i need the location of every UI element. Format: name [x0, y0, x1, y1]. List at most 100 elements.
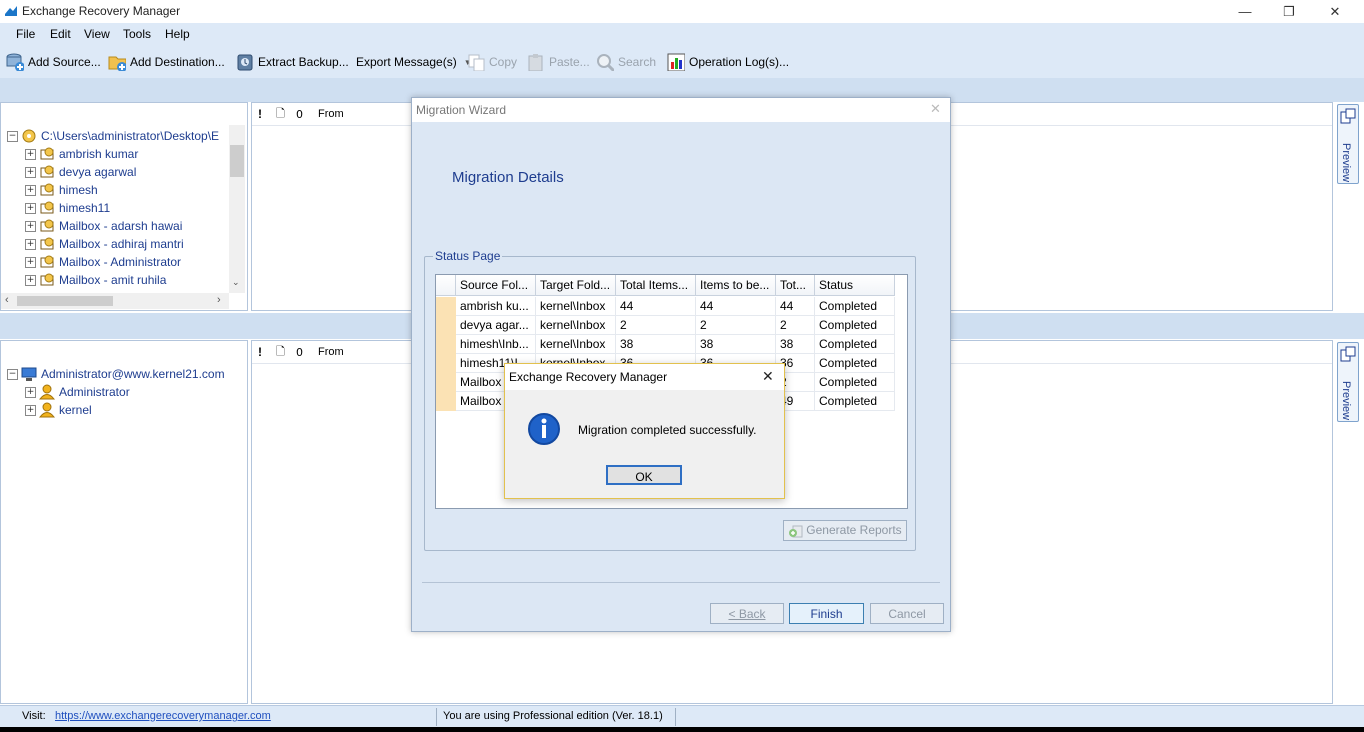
toolbar: Add Source... Add Destination... Extract…	[0, 44, 1364, 78]
add-destination-button[interactable]: Add Destination...	[108, 53, 225, 71]
expand-icon[interactable]: +	[25, 166, 36, 178]
source-tree-item[interactable]: + devya agarwal	[25, 163, 136, 181]
attachment-column[interactable]: 0	[296, 108, 303, 121]
expand-icon[interactable]: +	[25, 202, 36, 214]
row-selector[interactable]	[436, 297, 456, 316]
menu-view[interactable]: View	[84, 27, 110, 41]
dest-tree-root[interactable]: − Administrator@www.kernel21.com	[7, 365, 225, 383]
maximize-button[interactable]: ❐	[1266, 0, 1312, 23]
mailbox-icon	[40, 273, 54, 286]
cancel-button[interactable]: Cancel	[870, 603, 944, 624]
row-selector[interactable]	[436, 335, 456, 354]
source-tree-item[interactable]: + ambrish kumar	[25, 145, 138, 163]
source-tree-item[interactable]: + Mailbox - adarsh hawai	[25, 217, 182, 235]
paste-label: Paste...	[549, 55, 590, 69]
table-row[interactable]: devya agar... kernel\Inbox 2 2 2 Completed	[436, 316, 906, 335]
expand-icon[interactable]: +	[25, 220, 36, 232]
preview-tab-bottom[interactable]: Preview	[1337, 342, 1359, 422]
importance-column[interactable]: !	[258, 107, 262, 121]
copy-button[interactable]: Copy	[467, 53, 517, 71]
source-tree-hscrollbar[interactable]: ‹ ›	[1, 293, 229, 309]
expand-icon[interactable]: +	[25, 148, 36, 160]
expand-icon[interactable]: +	[25, 184, 36, 196]
source-tree-root[interactable]: − C:\Users\administrator\Desktop\E	[7, 127, 219, 145]
scroll-right-icon[interactable]: ›	[217, 294, 221, 306]
menu-help[interactable]: Help	[165, 27, 190, 41]
expand-icon[interactable]: +	[25, 404, 36, 416]
dest-tree-item[interactable]: + kernel	[25, 401, 92, 419]
extract-backup-label: Extract Backup...	[258, 55, 349, 69]
add-source-button[interactable]: Add Source...	[6, 53, 101, 71]
menu-edit[interactable]: Edit	[50, 27, 71, 41]
source-tree-item[interactable]: + Mailbox - adhiraj mantri	[25, 235, 184, 253]
source-tree-vscrollbar[interactable]: ⌄	[229, 125, 245, 293]
visit-label: Visit:	[22, 710, 46, 722]
row-selector[interactable]	[436, 316, 456, 335]
dest-tree-item[interactable]: + Administrator	[25, 383, 130, 401]
menu-tools[interactable]: Tools	[123, 27, 151, 41]
back-button[interactable]: < Back	[710, 603, 784, 624]
source-tree-pane: − C:\Users\administrator\Desktop\E + ambr…	[0, 102, 248, 311]
source-tree-item[interactable]: + Mailbox - Administrator	[25, 253, 181, 271]
website-link[interactable]: https://www.exchangerecoverymanager.com	[55, 710, 271, 722]
generate-reports-button[interactable]: Generate Reports	[783, 520, 907, 541]
hscroll-thumb[interactable]	[17, 296, 113, 306]
row-selector[interactable]	[436, 354, 456, 373]
wizard-close-icon[interactable]: ✕	[930, 101, 941, 117]
collapse-icon[interactable]: −	[7, 130, 18, 142]
add-report-icon	[789, 525, 803, 537]
preview-label: Preview	[1340, 381, 1352, 421]
source-tree-item-label: devya agarwal	[59, 165, 137, 179]
search-button[interactable]: Search	[596, 53, 656, 71]
expand-icon[interactable]: +	[25, 386, 36, 398]
paste-icon	[528, 54, 543, 71]
finish-button[interactable]: Finish	[789, 603, 864, 624]
source-tree-item[interactable]: + Mailbox - amit ruhila	[25, 271, 166, 289]
attachment-column[interactable]: 0	[296, 346, 303, 359]
operation-logs-button[interactable]: Operation Log(s)...	[667, 53, 789, 71]
collapse-icon[interactable]: −	[7, 368, 18, 380]
source-tree-item[interactable]: + himesh	[25, 181, 98, 199]
column-header[interactable]: Target Fold...	[536, 275, 616, 296]
minimize-button[interactable]: —	[1222, 0, 1268, 23]
paste-button[interactable]: Paste...	[527, 53, 590, 71]
importance-column[interactable]: !	[258, 345, 262, 359]
expand-icon[interactable]: +	[25, 256, 36, 268]
row-selector[interactable]	[436, 373, 456, 392]
menu-file[interactable]: File	[16, 27, 35, 41]
from-column[interactable]: From	[318, 108, 344, 120]
from-column[interactable]: From	[318, 346, 344, 358]
table-row[interactable]: himesh\Inb... kernel\Inbox 38 38 38 Completed	[436, 335, 906, 354]
column-header[interactable]: Tot...	[776, 275, 815, 296]
row-selector[interactable]	[436, 392, 456, 411]
type-column[interactable]: 🗋	[276, 105, 285, 124]
scroll-down-icon[interactable]: ⌄	[232, 277, 240, 288]
expand-icon[interactable]: +	[25, 238, 36, 250]
message-box-close-icon[interactable]: ✕	[762, 368, 774, 385]
column-header[interactable]: Total Items...	[616, 275, 696, 296]
copy-label: Copy	[489, 55, 518, 69]
close-window-button[interactable]: ✕	[1312, 0, 1358, 23]
table-row[interactable]: ambrish ku... kernel\Inbox 44 44 44 Completed	[436, 297, 906, 316]
mailbox-icon	[40, 183, 54, 196]
preview-pane-icon	[1340, 346, 1356, 362]
vscroll-thumb[interactable]	[230, 145, 244, 177]
ok-button[interactable]: OK	[606, 465, 682, 485]
source-tree-item[interactable]: + himesh11	[25, 199, 110, 217]
expand-icon[interactable]: +	[25, 274, 36, 286]
mailbox-icon	[40, 237, 54, 250]
column-header[interactable]: Status	[815, 275, 895, 296]
scroll-left-icon[interactable]: ‹	[5, 294, 9, 306]
preview-tab-top[interactable]: Preview	[1337, 104, 1359, 184]
column-header[interactable]: Source Fol...	[456, 275, 536, 296]
column-header[interactable]: Items to be...	[696, 275, 776, 296]
mailbox-icon	[40, 165, 54, 178]
table-cell: kernel\Inbox	[536, 316, 616, 335]
export-messages-button[interactable]: Export Message(s) ▼	[356, 53, 472, 71]
message-text: Migration completed successfully.	[578, 423, 757, 437]
pst-file-icon	[22, 129, 36, 143]
extract-backup-button[interactable]: Extract Backup...	[236, 53, 349, 71]
type-column[interactable]: 🗋	[276, 343, 285, 362]
mailbox-icon	[40, 147, 54, 160]
source-tree-item-label: Mailbox - adhiraj mantri	[59, 237, 184, 251]
